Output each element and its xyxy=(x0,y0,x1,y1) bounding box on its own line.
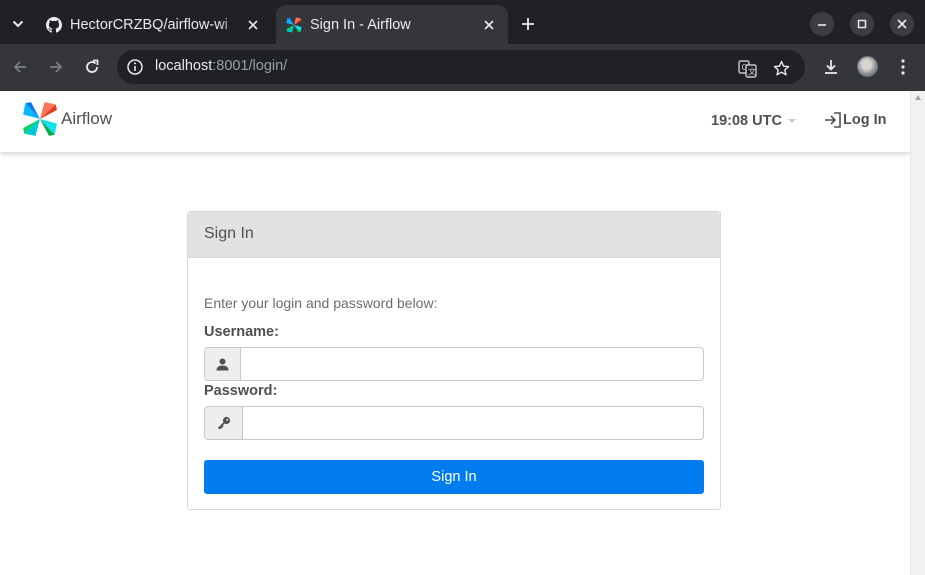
key-icon xyxy=(204,406,243,440)
translate-icon[interactable]: G文 xyxy=(737,58,757,78)
password-label: Password: xyxy=(204,383,278,399)
new-tab-button[interactable] xyxy=(516,12,540,36)
info-icon[interactable] xyxy=(126,58,144,76)
url-path: :8001/login/ xyxy=(212,58,288,74)
svg-text:文: 文 xyxy=(748,66,756,76)
close-tab-icon[interactable] xyxy=(480,16,498,34)
chevron-down-icon xyxy=(12,20,24,28)
browser-tab-strip: HectorCRZBQ/airflow-wi Sign In - Airflow xyxy=(0,0,925,44)
clock-text: 19:08 UTC xyxy=(711,113,782,129)
sign-in-icon xyxy=(825,112,841,128)
username-group xyxy=(204,347,704,381)
address-bar[interactable]: localhost:8001/login/ G文 xyxy=(117,50,805,84)
profile-avatar[interactable] xyxy=(857,56,878,77)
tab-title: HectorCRZBQ/airflow-wi xyxy=(70,16,228,33)
more-vertical-icon xyxy=(901,59,905,75)
log-in-link[interactable]: Log In xyxy=(823,111,887,129)
minimize-icon xyxy=(818,24,826,26)
sign-in-button[interactable]: Sign In xyxy=(204,460,704,494)
sign-in-panel: Sign In Enter your login and password be… xyxy=(187,211,721,510)
browser-menu-button[interactable] xyxy=(892,56,914,78)
user-icon xyxy=(204,347,241,381)
airflow-logo-icon xyxy=(23,102,57,136)
arrow-left-icon xyxy=(13,61,26,73)
tab-github[interactable]: HectorCRZBQ/airflow-wi xyxy=(36,5,272,44)
page-scrollbar[interactable] xyxy=(910,91,925,575)
password-input[interactable] xyxy=(243,406,704,440)
browser-toolbar: localhost:8001/login/ G文 xyxy=(0,44,925,91)
reload-icon xyxy=(86,59,99,73)
download-icon xyxy=(825,60,837,74)
close-icon xyxy=(897,19,907,29)
airflow-pinwheel-icon xyxy=(286,17,302,32)
reload-button[interactable] xyxy=(80,55,104,79)
airflow-navbar: Airflow 19:08 UTC Log In xyxy=(0,91,910,152)
scroll-up-arrow-icon[interactable] xyxy=(915,95,921,100)
github-icon xyxy=(46,16,62,33)
caret-down-icon xyxy=(787,119,796,123)
panel-title: Sign In xyxy=(188,212,720,258)
arrow-right-icon xyxy=(50,61,63,73)
close-tab-icon[interactable] xyxy=(244,16,262,34)
maximize-window-button[interactable] xyxy=(850,12,874,36)
page-content: Airflow 19:08 UTC Log In Sign In Enter y… xyxy=(0,91,925,575)
url-text[interactable]: localhost:8001/login/ xyxy=(155,58,287,74)
plus-icon xyxy=(522,18,534,30)
username-label: Username: xyxy=(204,324,279,340)
log-in-label: Log In xyxy=(843,112,887,128)
utc-clock-dropdown[interactable]: 19:08 UTC xyxy=(711,113,796,129)
close-window-button[interactable] xyxy=(890,12,914,36)
url-host: localhost xyxy=(155,58,213,74)
forward-button[interactable] xyxy=(44,55,68,79)
brand-name: Airflow xyxy=(61,109,113,128)
back-button[interactable] xyxy=(8,55,32,79)
bookmark-star-icon[interactable] xyxy=(771,58,791,78)
tab-title: Sign In - Airflow xyxy=(310,16,411,33)
maximize-icon xyxy=(857,19,867,29)
login-instructions: Enter your login and password below: xyxy=(204,295,438,311)
airflow-home-link[interactable]: Airflow xyxy=(22,101,112,137)
username-input[interactable] xyxy=(241,347,704,381)
minimize-window-button[interactable] xyxy=(810,12,834,36)
tab-airflow-sign-in[interactable]: Sign In - Airflow xyxy=(276,5,508,44)
password-group xyxy=(204,406,704,440)
tab-search-button[interactable] xyxy=(6,12,30,36)
download-button[interactable] xyxy=(820,56,842,78)
